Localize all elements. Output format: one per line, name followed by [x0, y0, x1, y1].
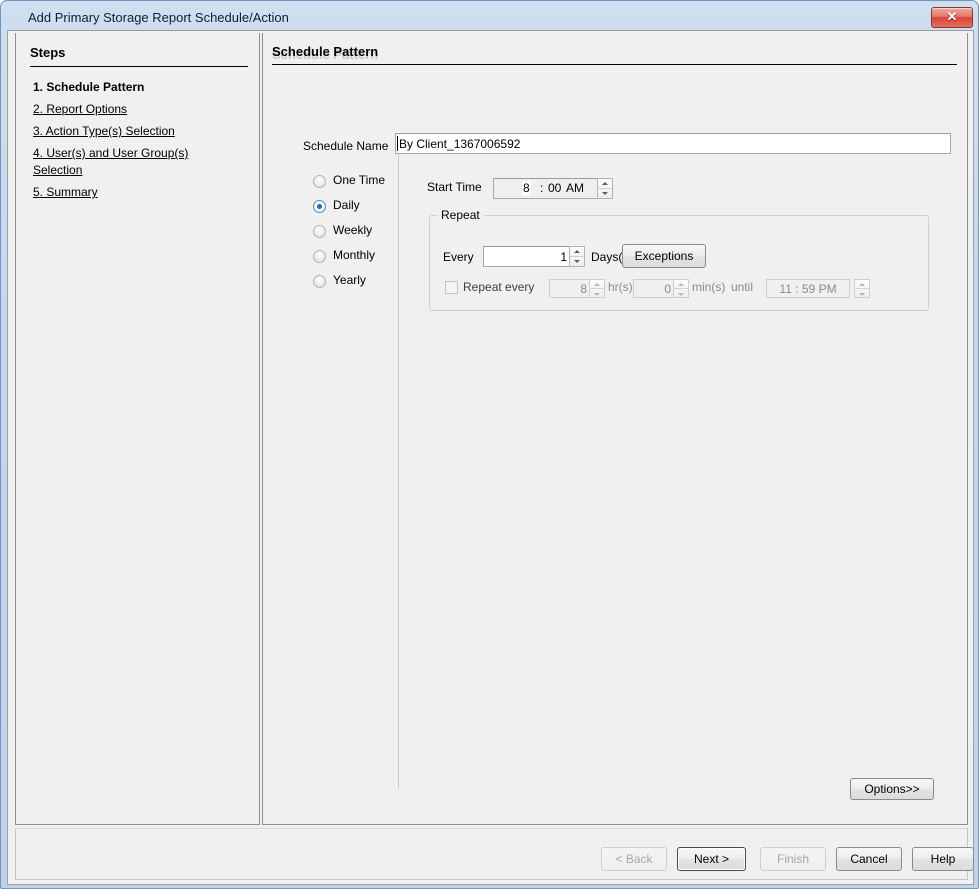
spinner-down-icon: [590, 290, 604, 298]
recurrence-pattern-group: One Time Daily Weekly Monthly Yearly: [313, 171, 393, 296]
spinner-down-icon[interactable]: [570, 257, 584, 266]
page-title-divider: [272, 64, 957, 65]
schedule-pattern-panel: Schedule Pattern Schedule Pattern Schedu…: [262, 33, 968, 825]
radio-label: One Time: [333, 173, 385, 187]
options-button[interactable]: Options>>: [850, 778, 934, 800]
hours-unit-label: hr(s): [608, 280, 633, 294]
until-time-field: 11 : 59 PM: [766, 279, 850, 298]
radio-yearly[interactable]: Yearly: [313, 271, 393, 296]
spinner-down-icon[interactable]: [598, 189, 612, 198]
radio-label: Daily: [333, 198, 360, 212]
radio-icon-selected: [313, 200, 326, 213]
sidebar-item-action-types-selection[interactable]: 3. Action Type(s) Selection: [33, 123, 253, 140]
spinner-up-icon[interactable]: [598, 179, 612, 189]
repeat-groupbox-legend: Repeat: [437, 208, 484, 222]
repeat-hours-spinner: [589, 279, 605, 298]
minutes-unit-label: min(s): [692, 280, 725, 294]
start-time-field[interactable]: 8 : 00 AM: [493, 178, 601, 199]
spinner-up-icon: [590, 280, 604, 289]
repeat-every-checkbox[interactable]: [445, 281, 458, 294]
spinner-up-icon: [855, 280, 869, 289]
schedule-name-input[interactable]: [395, 133, 951, 154]
radio-monthly[interactable]: Monthly: [313, 246, 393, 271]
repeat-every-label: Repeat every: [463, 280, 534, 294]
radio-label: Weekly: [333, 223, 372, 237]
radio-icon: [313, 175, 326, 188]
every-days-spinner[interactable]: [569, 246, 585, 267]
cancel-button[interactable]: Cancel: [836, 847, 902, 871]
radio-label: Yearly: [333, 273, 366, 287]
repeat-minutes-input: 0: [633, 279, 675, 298]
repeat-minutes-spinner: [673, 279, 689, 298]
close-button[interactable]: ✕: [931, 7, 973, 28]
dialog-footer: < Back Next > Finish Cancel Help: [15, 828, 968, 880]
until-label: until: [731, 280, 753, 294]
dialog-window: Add Primary Storage Report Schedule/Acti…: [0, 0, 979, 889]
every-days-input[interactable]: [483, 246, 571, 267]
start-time-hour[interactable]: 8: [522, 181, 531, 195]
start-time-separator: :: [540, 181, 543, 195]
until-time-spinner: [854, 279, 870, 298]
window-title: Add Primary Storage Report Schedule/Acti…: [28, 10, 289, 25]
every-label: Every: [443, 250, 474, 264]
dialog-client-area: Steps 1. Schedule Pattern 2. Report Opti…: [7, 30, 974, 885]
page-title: Schedule Pattern: [272, 44, 378, 59]
radio-daily[interactable]: Daily: [313, 196, 393, 221]
spinner-up-icon: [674, 280, 688, 289]
repeat-hours-input: 8: [549, 279, 591, 298]
text-caret: [397, 136, 398, 151]
start-time-spinner[interactable]: [597, 178, 613, 199]
steps-heading: Steps: [30, 45, 65, 60]
start-time-label: Start Time: [427, 180, 482, 194]
help-button[interactable]: Help: [912, 847, 974, 871]
radio-icon: [313, 275, 326, 288]
close-icon: ✕: [932, 8, 972, 27]
radio-icon: [313, 250, 326, 263]
sidebar-item-report-options[interactable]: 2. Report Options: [33, 101, 253, 118]
radio-label: Monthly: [333, 248, 375, 262]
exceptions-button[interactable]: Exceptions: [622, 244, 706, 268]
spinner-down-icon: [855, 290, 869, 298]
back-button[interactable]: < Back: [601, 847, 667, 871]
spinner-up-icon[interactable]: [570, 247, 584, 257]
sidebar-item-schedule-pattern: 1. Schedule Pattern: [33, 79, 253, 96]
schedule-name-label: Schedule Name: [303, 139, 388, 153]
steps-list: 1. Schedule Pattern 2. Report Options 3.…: [33, 79, 253, 206]
start-time-minute[interactable]: 00: [548, 181, 561, 195]
radio-one-time[interactable]: One Time: [313, 171, 393, 196]
vertical-divider: [398, 138, 399, 788]
finish-button[interactable]: Finish: [760, 847, 826, 871]
radio-icon: [313, 225, 326, 238]
spinner-down-icon: [674, 290, 688, 298]
steps-sidebar: Steps 1. Schedule Pattern 2. Report Opti…: [15, 33, 260, 825]
sidebar-item-users-and-user-groups-selection[interactable]: 4. User(s) and User Group(s) Selection: [33, 145, 253, 179]
sidebar-item-summary[interactable]: 5. Summary: [33, 184, 253, 201]
start-time-meridiem[interactable]: AM: [566, 181, 584, 195]
next-button[interactable]: Next >: [677, 847, 746, 871]
steps-heading-divider: [30, 66, 248, 67]
title-bar: Add Primary Storage Report Schedule/Acti…: [1, 1, 979, 31]
radio-weekly[interactable]: Weekly: [313, 221, 393, 246]
